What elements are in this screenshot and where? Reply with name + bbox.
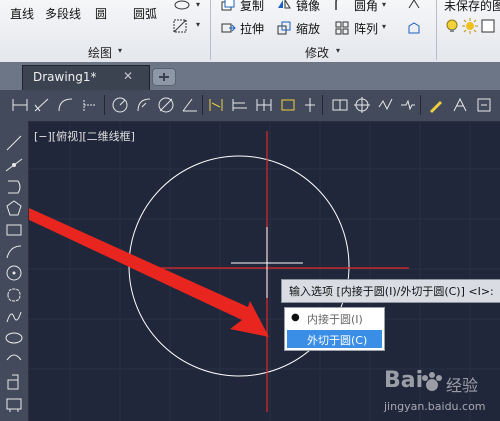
quick-dimension-icon[interactable] [206, 95, 226, 115]
toolbar-separator [104, 95, 105, 115]
lightbulb-icon[interactable] [444, 18, 460, 34]
dynamic-input-prompt: 输入选项 [内接于圆(I)/外切于圆(C)] <I>: [281, 279, 500, 303]
modify-panel-caption[interactable]: 修改 [305, 44, 329, 61]
option-menu: ● 内接于圆(I) 外切于圆(C) [284, 307, 385, 351]
scale-icon [277, 21, 291, 35]
continue-icon[interactable] [254, 95, 274, 115]
polygon-icon[interactable] [4, 198, 24, 218]
make-block-icon[interactable] [4, 394, 24, 414]
watermark-brand: Bai [384, 368, 424, 393]
construction-line-icon[interactable] [4, 155, 24, 175]
new-tab-button[interactable] [152, 68, 176, 86]
tolerance-icon[interactable] [330, 95, 350, 115]
fillet-tool-label[interactable]: 圆角 [354, 0, 378, 14]
paw-icon [422, 372, 442, 391]
ribbon: 直线 多段线 圆 圆弧 ▾ ▾ 绘图 ▾ 复制 镜像 圆角 ▾ 拉伸 缩放 阵列… [0, 0, 500, 63]
line-icon[interactable] [4, 133, 24, 153]
insert-block-icon[interactable] [4, 372, 24, 392]
rectangle-icon[interactable] [4, 220, 24, 240]
toolbar-separator [202, 95, 203, 115]
revision-cloud-icon[interactable] [4, 285, 24, 305]
layer-state-label[interactable]: 未保存的图 [444, 0, 500, 14]
arc-icon[interactable] [4, 242, 24, 262]
option-label: 外切于圆(C) [307, 334, 368, 347]
panel-divider [210, 0, 211, 60]
angular-icon[interactable] [180, 95, 200, 115]
layer-icon [408, 0, 420, 9]
draw-more-dropdown[interactable]: ▾ [196, 0, 200, 9]
arc-tool-label[interactable]: 圆弧 [133, 5, 157, 22]
hatch-icon[interactable] [172, 18, 188, 34]
draw-panel-expand[interactable]: ▾ [118, 46, 122, 55]
array-icon [335, 21, 349, 35]
prompt-text: 输入选项 [内接于圆(I)/外切于圆(C)] <I>: [289, 285, 494, 298]
toolbar-separator [420, 95, 421, 115]
viewport-controls[interactable]: [−][俯视][二维线框] [34, 128, 135, 144]
linear-dimension-icon[interactable] [10, 95, 30, 115]
copy-icon [221, 0, 235, 11]
toolbar-separator [322, 95, 323, 115]
break-icon[interactable] [300, 95, 320, 115]
watermark-logo: Bai 经验 jingyan.baidu.com [384, 368, 500, 421]
scale-tool-label[interactable]: 缩放 [296, 20, 320, 37]
mirror-icon [278, 0, 291, 9]
ellipse-icon[interactable] [4, 328, 24, 348]
dimension-edit-icon[interactable] [426, 95, 446, 115]
line-tool-label[interactable]: 直线 [10, 5, 34, 22]
color-swatch-icon[interactable] [480, 18, 496, 34]
jogged-icon[interactable] [134, 95, 154, 115]
spline-icon[interactable] [4, 307, 24, 327]
stretch-tool-label[interactable]: 拉伸 [240, 20, 264, 37]
polyline-tool-label[interactable]: 多段线 [45, 5, 81, 22]
array-dropdown[interactable]: ▾ [382, 22, 386, 31]
draw-panel-caption[interactable]: 绘图 [88, 44, 112, 61]
ordinate-icon[interactable] [80, 95, 100, 115]
file-tab[interactable]: Drawing1* ✕ [22, 65, 150, 90]
match-layer-icon[interactable] [406, 20, 422, 36]
aligned-dimension-icon[interactable] [32, 95, 52, 115]
panel-divider [436, 0, 437, 60]
close-icon[interactable]: ✕ [123, 69, 133, 83]
watermark-cn: 经验 [446, 376, 479, 395]
file-tab-label: Drawing1* [33, 70, 97, 84]
copy-tool-label[interactable]: 复制 [240, 0, 264, 14]
inspect-icon[interactable] [376, 95, 396, 115]
watermark-url: jingyan.baidu.com [384, 400, 486, 413]
hatch-dropdown[interactable]: ▾ [196, 20, 200, 29]
modify-panel-expand[interactable]: ▾ [336, 46, 340, 55]
fillet-icon [335, 0, 338, 10]
plus-icon [159, 73, 169, 81]
bullet-icon: ● [291, 312, 300, 323]
stretch-icon [221, 23, 236, 33]
polyline-icon[interactable] [4, 177, 24, 197]
radius-icon[interactable] [110, 95, 130, 115]
option-circumscribed[interactable]: 外切于圆(C) [287, 330, 382, 348]
center-mark-icon[interactable] [352, 95, 372, 115]
sun-icon[interactable] [462, 18, 478, 34]
baseline-icon[interactable] [230, 95, 250, 115]
diameter-icon[interactable] [156, 95, 176, 115]
dimension-update-icon[interactable] [474, 95, 494, 115]
arc-length-icon[interactable] [56, 95, 76, 115]
space-icon[interactable] [278, 95, 298, 115]
jogged-linear-icon[interactable] [398, 95, 418, 115]
view-icon[interactable] [172, 0, 196, 12]
array-tool-label[interactable]: 阵列 [354, 20, 378, 37]
mirror-tool-label[interactable]: 镜像 [296, 0, 320, 14]
circle-tool-label[interactable]: 圆 [95, 5, 107, 22]
circle-icon[interactable] [4, 263, 24, 283]
fillet-dropdown[interactable]: ▾ [382, 0, 386, 9]
option-label: 内接于圆(I) [307, 313, 363, 326]
annotation-arrow [29, 208, 269, 337]
option-inscribed[interactable]: ● 内接于圆(I) [285, 308, 384, 328]
ellipse-arc-icon[interactable] [4, 350, 24, 370]
dimension-text-edit-icon[interactable] [450, 95, 470, 115]
